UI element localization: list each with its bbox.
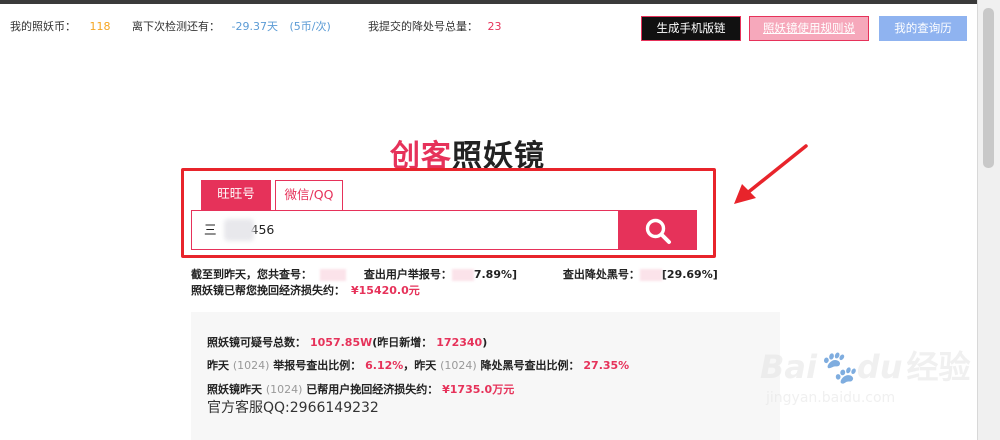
reported-value: 7.89%] (473, 268, 518, 281)
submitted-label: 我提交的降处号总量： (368, 20, 478, 33)
site-logo: 创客照妖镜 (390, 131, 590, 174)
next-check-label: 离下次检测还有： (132, 20, 220, 33)
coins-stat: 我的照妖币： 118 (10, 18, 111, 34)
blacklist-ratio-value: 27.35% (583, 359, 630, 372)
mobile-link-button[interactable]: 生成手机版链接 (641, 16, 741, 58)
new-yesterday-value: 172340 (436, 336, 483, 349)
annotation-arrow-icon (734, 144, 808, 204)
yesterday-saved-value: ¥1735.0万元 (442, 383, 515, 396)
redacted-value (639, 269, 662, 281)
submitted-value: 23 (487, 20, 502, 33)
annotation-highlight-box (181, 168, 716, 258)
new-yesterday-label: (昨日新增： (372, 336, 433, 349)
saved-loss-label: 照妖镜已帮您挽回经济损失约： (191, 284, 345, 297)
stats-line-1: 照妖镜可疑号总数： 1057.85W(昨日新增： 172340) (207, 336, 488, 349)
watermark-url: jingyan.baidu.com (766, 390, 896, 406)
stats-line-2: 昨天 (1024) 举报号查出比例： 6.12%，昨天 (1024) 降处黑号查… (207, 359, 630, 372)
top-bar: 我的照妖币： 118 离下次检测还有： -29.37天 (5币/次) 我提交的降… (0, 4, 977, 58)
stats-line-3: 照妖镜昨天 (1024) 已帮用户挽回经济损失约： ¥1735.0万元 (207, 383, 515, 396)
coins-value: 118 (89, 20, 111, 33)
suspicious-total-value: 1057.85W (310, 336, 373, 349)
history-button[interactable]: 我的查询历史 (879, 16, 967, 58)
total-queried-label: 截至到昨天，您共查号： (191, 268, 312, 281)
support-qq: 官方客服QQ:2966149232 (207, 400, 379, 416)
redacted-value (320, 269, 346, 281)
reported-label: 查出用户举报号： (363, 268, 452, 281)
paw-icon: 🐾 (816, 348, 857, 386)
next-check-cost: (5币/次) (289, 20, 331, 33)
summary-line-1: 截至到昨天，您共查号： 查出用户举报号： 7.89%] 查出降处黑号： [29.69… (191, 266, 718, 282)
blacklisted-label: 查出降处黑号： (562, 268, 640, 281)
stats-panel (191, 312, 780, 440)
baidu-jingyan-watermark: Bai🐾du 经验 jingyan.baidu.com (760, 342, 971, 406)
submitted-stat: 我提交的降处号总量： 23 (368, 18, 502, 34)
coins-label: 我的照妖币： (10, 20, 76, 33)
scrollbar-thumb[interactable] (983, 8, 994, 168)
saved-loss-value: ¥15420.0元 (351, 284, 420, 297)
report-ratio-value: 6.12% (365, 359, 404, 372)
redacted-value (451, 269, 474, 281)
next-check-days: -29.37天 (231, 20, 278, 33)
suspicious-total-label: 照妖镜可疑号总数： (207, 336, 306, 349)
next-check-stat: 离下次检测还有： -29.37天 (5币/次) (132, 18, 331, 34)
rules-button[interactable]: 照妖镜使用规则说明 (749, 16, 869, 58)
summary-line-2: 照妖镜已帮您挽回经济损失约： ¥15420.0元 (191, 282, 420, 298)
blacklisted-value: [29.69%] (661, 268, 718, 281)
watermark-logo: Bai🐾du 经验 (760, 348, 971, 386)
